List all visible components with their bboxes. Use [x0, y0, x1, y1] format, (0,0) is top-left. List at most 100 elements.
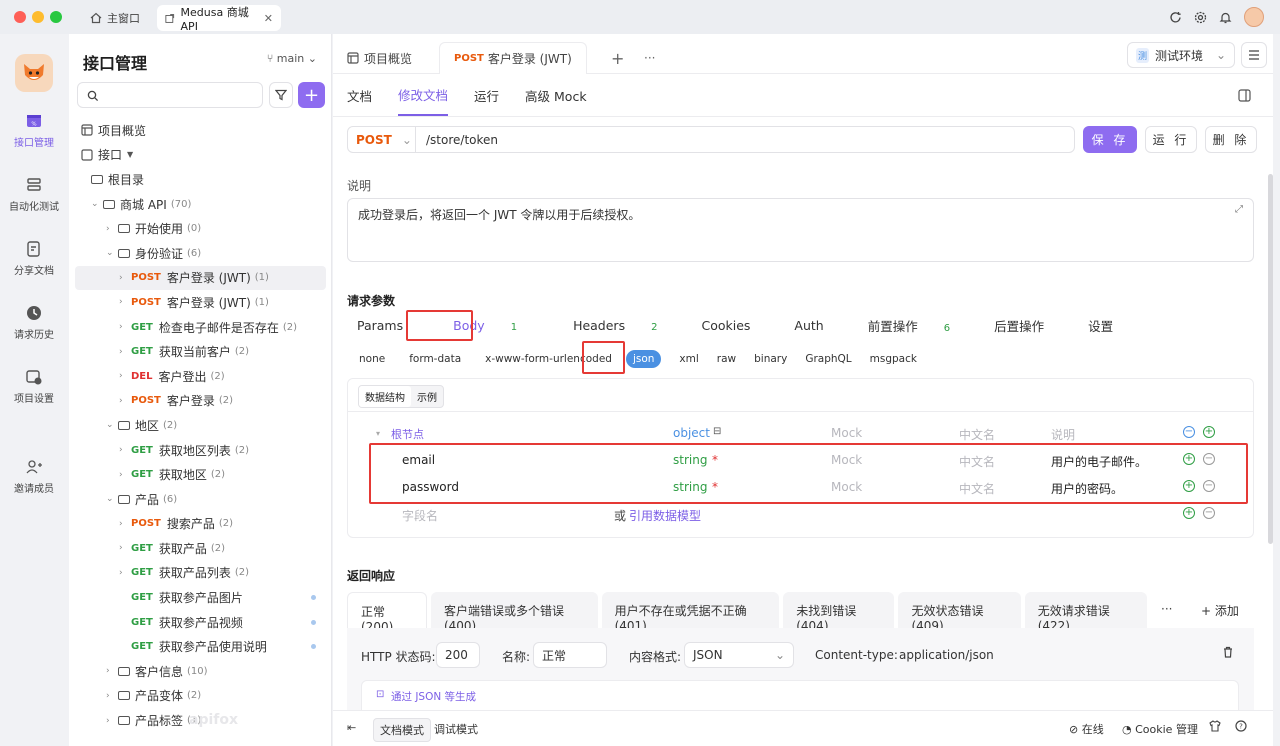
format-select[interactable]: JSON ⌄	[684, 642, 794, 668]
resp-tab-200[interactable]: 正常(200)	[347, 592, 427, 634]
add-field-icon[interactable]: +	[1183, 507, 1195, 519]
save-button[interactable]: 保 存	[1083, 126, 1137, 153]
tab-pre-ops[interactable]: 前置操作 6	[868, 316, 972, 335]
maximize-window-button[interactable]	[50, 11, 62, 23]
sidebar-folder-item[interactable]: ⌄ 身份验证 (6)	[69, 241, 332, 266]
rail-api-management[interactable]: % 接口管理	[0, 112, 68, 149]
tab-active-endpoint[interactable]: POST 客户登录 (JWT)	[439, 42, 587, 74]
ref-model-link[interactable]: 引用数据模型	[629, 507, 701, 524]
settings-icon[interactable]	[1194, 11, 1207, 24]
run-button[interactable]: 运 行	[1145, 126, 1197, 153]
add-button[interactable]: +	[298, 82, 325, 108]
branch-selector[interactable]: ⑂ main ⌄	[267, 52, 317, 65]
rail-invite[interactable]: 邀请成员	[0, 458, 68, 495]
seg-example[interactable]: 示例	[411, 386, 443, 407]
body-type-form-data[interactable]: form-data	[409, 353, 461, 365]
sidebar-api-item[interactable]: GET 获取参产品图片	[69, 585, 332, 610]
rail-automation[interactable]: 自动化测试	[0, 176, 68, 213]
close-window-button[interactable]	[14, 11, 26, 23]
response-name-input[interactable]: 正常	[533, 642, 607, 668]
rail-project-settings[interactable]: 项目设置	[0, 368, 68, 405]
body-type-raw[interactable]: raw	[717, 353, 736, 365]
more-responses-button[interactable]: ···	[1161, 602, 1172, 616]
sidebar-folder-item[interactable]: › 产品变体 (2)	[69, 684, 332, 709]
trash-icon[interactable]	[1222, 646, 1234, 661]
sidebar-api-item[interactable]: › POST 客户登录 (2)	[69, 389, 332, 414]
body-type-msgpack[interactable]: msgpack	[870, 353, 917, 365]
expand-icon[interactable]: ⤢	[1235, 204, 1243, 215]
description-field[interactable]: 成功登录后，将返回一个 JWT 令牌以用于后续授权。 ⤢	[347, 198, 1254, 262]
tab-cookies[interactable]: Cookies	[701, 318, 772, 333]
sidebar-item-api-root[interactable]: 接口 ▼	[69, 143, 332, 168]
tab-project[interactable]: Medusa 商城 API ✕	[157, 5, 281, 33]
cookie-manager[interactable]: ◔ Cookie 管理	[1122, 721, 1198, 737]
rail-share-docs[interactable]: 分享文档	[0, 240, 68, 277]
shirt-icon[interactable]	[1209, 720, 1221, 735]
tab-home[interactable]: 主窗口	[82, 6, 148, 30]
subtab-doc[interactable]: 文档	[347, 86, 372, 105]
more-tabs-button[interactable]: ···	[644, 42, 655, 74]
generate-link[interactable]: 通过 JSON 等生成	[391, 689, 476, 704]
sidebar-folder-item[interactable]: ⌄ 商城 API (70)	[69, 192, 332, 217]
close-tab-icon[interactable]: ✕	[264, 12, 273, 25]
filter-button[interactable]	[269, 82, 293, 108]
status-code-input[interactable]: 200	[436, 642, 480, 668]
tab-settings[interactable]: 设置	[1088, 316, 1135, 335]
user-avatar[interactable]	[1244, 7, 1264, 27]
add-response-button[interactable]: + 添加	[1201, 602, 1239, 619]
sidebar-folder-item[interactable]: 根目录	[69, 167, 332, 192]
sidebar-api-item[interactable]: › DEL 客户登出 (2)	[69, 364, 332, 389]
sidebar-api-item[interactable]: › POST 客户登录 (JWT) (1)	[69, 290, 332, 315]
tab-project-overview[interactable]: 项目概览	[347, 42, 412, 74]
sidebar-api-item[interactable]: GET 获取参产品使用说明	[69, 634, 332, 659]
online-status[interactable]: ⊘ 在线	[1069, 721, 1104, 737]
search-input[interactable]	[77, 82, 263, 108]
remove-field-icon[interactable]: −	[1203, 507, 1215, 519]
doc-mode-toggle[interactable]: 文档模式	[373, 718, 431, 742]
tab-auth[interactable]: Auth	[794, 318, 845, 333]
body-type-xml[interactable]: xml	[679, 353, 698, 365]
collapse-sidebar-icon[interactable]: ⇤	[347, 721, 356, 734]
sidebar-api-item[interactable]: › GET 获取地区列表 (2)	[69, 438, 332, 463]
sidebar-api-item[interactable]: › POST 客户登录 (JWT) (1)	[75, 265, 326, 291]
sidebar-folder-item[interactable]: › 客户信息 (10)	[69, 659, 332, 684]
body-type-none[interactable]: none	[359, 353, 385, 365]
delete-button[interactable]: 删 除	[1205, 126, 1257, 153]
panel-toggle-icon[interactable]	[1238, 89, 1251, 102]
resp-tab-400[interactable]: 客户端错误或多个错误(400)	[430, 592, 598, 633]
body-type-json[interactable]: json	[625, 350, 662, 368]
new-field-input[interactable]: 字段名	[402, 507, 438, 524]
help-icon[interactable]: ?	[1235, 720, 1247, 735]
refresh-icon[interactable]	[1169, 11, 1182, 24]
rail-history[interactable]: 请求历史	[0, 304, 68, 341]
sidebar-api-item[interactable]: › GET 获取产品列表 (2)	[69, 561, 332, 586]
tab-post-ops[interactable]: 后置操作	[994, 316, 1066, 335]
new-tab-button[interactable]: +	[611, 42, 624, 74]
path-input[interactable]: /store/token	[416, 133, 498, 147]
sidebar-folder-item[interactable]: ⌄ 产品 (6)	[69, 487, 332, 512]
collapse-all-icon[interactable]: −	[1183, 426, 1195, 438]
sidebar-api-item[interactable]: › GET 获取产品 (2)	[69, 536, 332, 561]
add-child-icon[interactable]: +	[1203, 426, 1215, 438]
resp-tab-404[interactable]: 未找到错误(404)	[783, 592, 895, 633]
menu-button[interactable]	[1241, 42, 1267, 68]
bell-icon[interactable]	[1219, 11, 1232, 24]
sidebar-folder-item[interactable]: ⌄ 地区 (2)	[69, 413, 332, 438]
sidebar-folder-item[interactable]: › 开始使用 (0)	[69, 216, 332, 241]
seg-structure[interactable]: 数据结构	[359, 386, 411, 407]
sidebar-item-overview[interactable]: 项目概览	[69, 118, 332, 143]
subtab-mock[interactable]: 高级 Mock	[525, 86, 587, 105]
subtab-edit-doc[interactable]: 修改文档	[398, 74, 449, 116]
sidebar-api-item[interactable]: › GET 检查电子邮件是否存在 (2)	[69, 315, 332, 340]
resp-tab-422[interactable]: 无效请求错误(422)	[1024, 592, 1147, 633]
sidebar-api-item[interactable]: › POST 搜索产品 (2)	[69, 512, 332, 537]
body-type-binary[interactable]: binary	[754, 353, 787, 365]
scrollbar[interactable]	[1268, 174, 1273, 544]
tab-headers[interactable]: Headers 2	[573, 318, 679, 333]
resp-tab-401[interactable]: 用户不存在或凭据不正确(401)	[601, 592, 780, 633]
minimize-window-button[interactable]	[32, 11, 44, 23]
environment-select[interactable]: 测 测试环境 ⌄	[1127, 42, 1235, 68]
subtab-run[interactable]: 运行	[474, 86, 499, 105]
debug-mode-toggle[interactable]: 调试模式	[434, 721, 478, 737]
resp-tab-409[interactable]: 无效状态错误(409)	[898, 592, 1021, 633]
